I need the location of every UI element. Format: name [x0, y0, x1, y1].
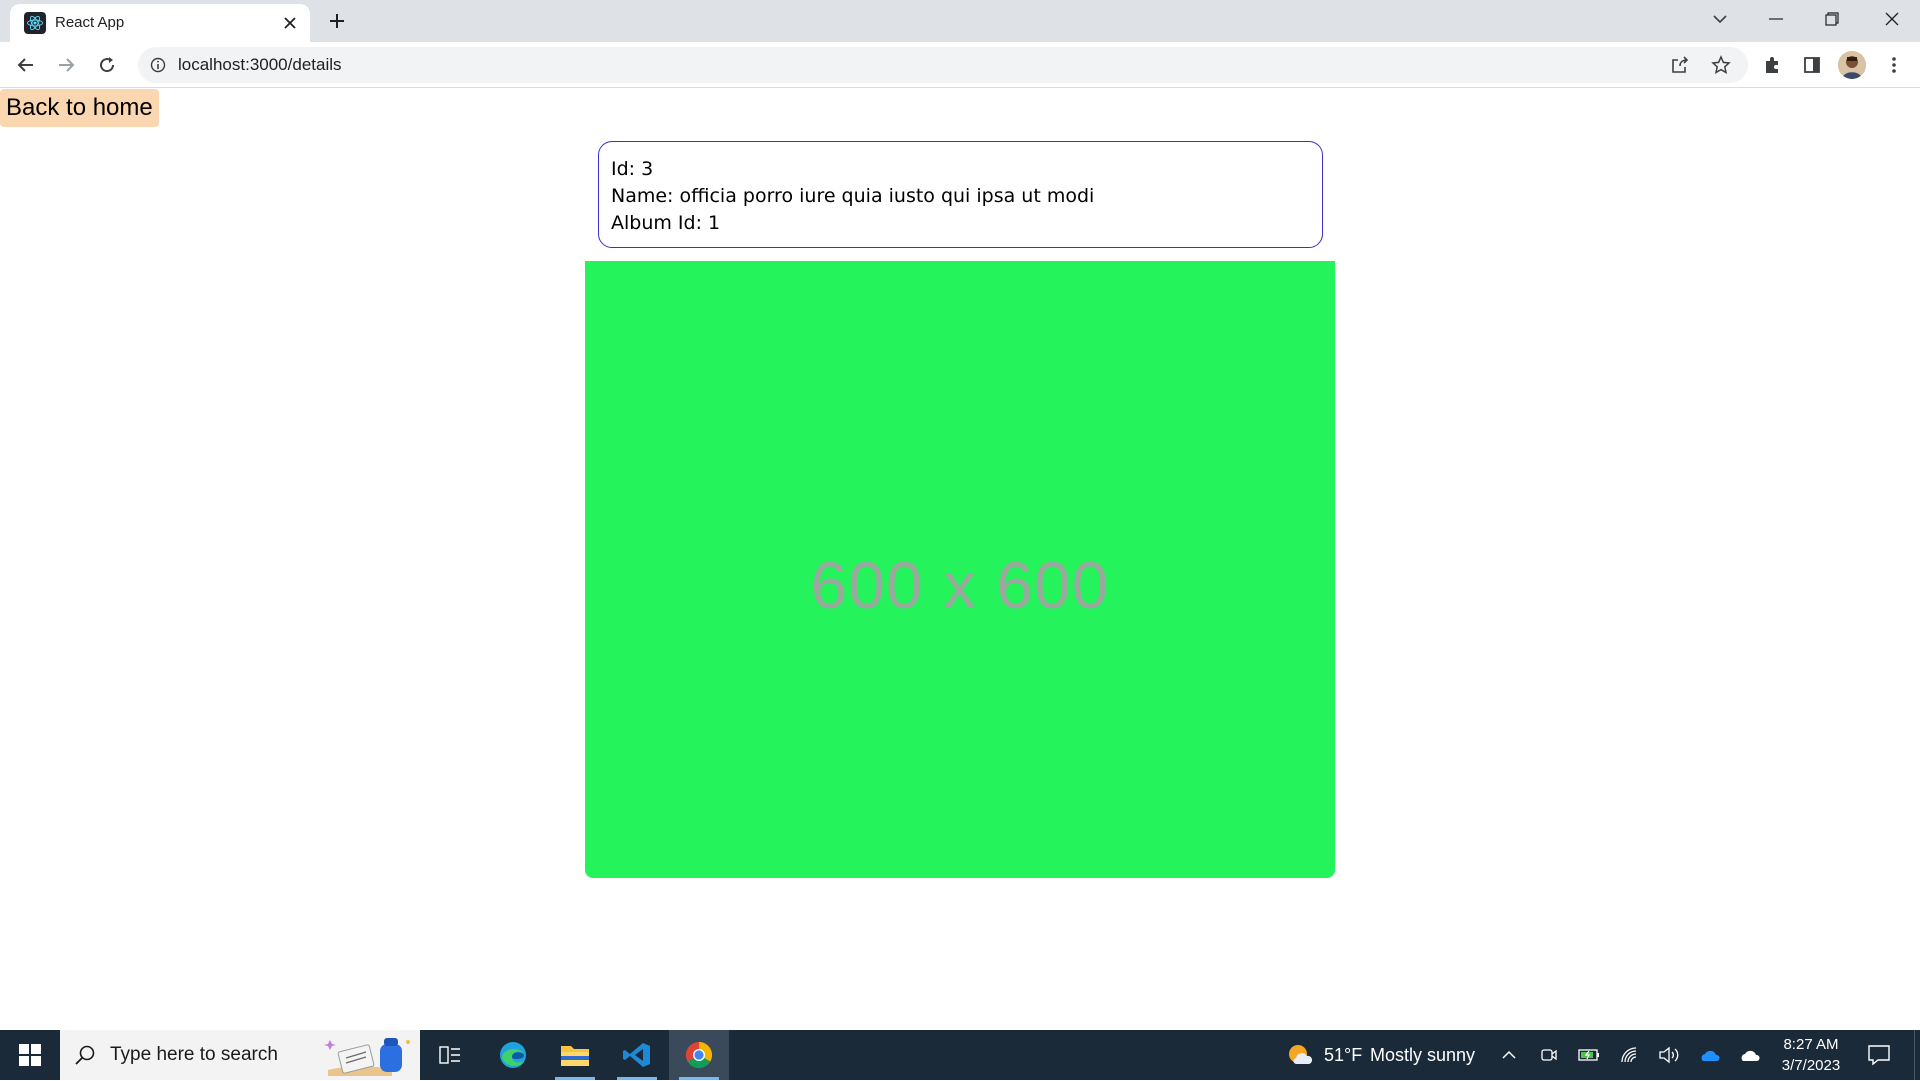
- clock-date: 3/7/2023: [1781, 1057, 1841, 1074]
- taskbar-search-box[interactable]: Type here to search: [60, 1030, 420, 1080]
- windows-taskbar: Type here to search 51°F Mostly sunny 8:…: [0, 1030, 1920, 1080]
- bookmark-star-icon[interactable]: [1709, 53, 1733, 77]
- vscode-icon[interactable]: [607, 1030, 667, 1080]
- onedrive-blue-cloud-icon[interactable]: [1698, 1044, 1720, 1066]
- chrome-taskbar-icon[interactable]: [669, 1030, 729, 1080]
- meet-now-camera-icon[interactable]: [1538, 1044, 1560, 1066]
- browser-menu-icon[interactable]: [1878, 49, 1910, 81]
- new-tab-button[interactable]: [322, 8, 352, 34]
- restore-window-button[interactable]: [1804, 0, 1860, 38]
- browser-tabstrip: React App: [0, 0, 1920, 42]
- photo-placeholder-text: 600 x 600: [810, 547, 1110, 622]
- browser-toolbar: localhost:3000/details: [0, 42, 1920, 88]
- onedrive-white-cloud-icon[interactable]: [1738, 1044, 1760, 1066]
- back-arrow-icon[interactable]: [10, 49, 42, 81]
- notifications-icon[interactable]: [1866, 1042, 1892, 1068]
- show-desktop-button[interactable]: [1914, 1030, 1920, 1080]
- react-logo-icon: [24, 12, 46, 34]
- search-highlight-illustration-icon: [322, 1034, 414, 1076]
- minimize-window-button[interactable]: [1748, 0, 1804, 38]
- photo-name: Name: officia porro iure quia iusto qui …: [611, 185, 1095, 207]
- photo-id: Id: 3: [611, 158, 654, 180]
- file-explorer-icon[interactable]: [545, 1030, 605, 1080]
- side-panel-icon[interactable]: [1796, 49, 1828, 81]
- address-bar[interactable]: localhost:3000/details: [138, 47, 1748, 83]
- forward-arrow-icon[interactable]: [50, 49, 82, 81]
- address-url: localhost:3000/details: [178, 55, 342, 74]
- windows-start-icon[interactable]: [0, 1030, 60, 1080]
- page-content: Back to home Id: 3 Name: officia porro i…: [0, 89, 1920, 1030]
- profile-avatar[interactable]: [1838, 51, 1866, 79]
- weather-condition[interactable]: Mostly sunny: [1370, 1044, 1475, 1066]
- tab-title: React App: [55, 14, 125, 31]
- browser-tab-active[interactable]: React App: [10, 4, 310, 42]
- search-placeholder: Type here to search: [110, 1044, 278, 1065]
- site-info-icon[interactable]: [148, 55, 168, 75]
- weather-sun-cloud-icon[interactable]: [1287, 1042, 1313, 1068]
- show-hidden-icons-chevron-icon[interactable]: [1498, 1044, 1520, 1066]
- photo-image: 600 x 600: [585, 261, 1335, 878]
- wifi-icon[interactable]: [1619, 1044, 1641, 1066]
- clock-time: 8:27 AM: [1783, 1036, 1839, 1053]
- close-window-button[interactable]: [1864, 0, 1920, 38]
- task-view-icon[interactable]: [420, 1030, 480, 1080]
- reload-icon[interactable]: [91, 49, 123, 81]
- volume-speaker-icon[interactable]: [1658, 1044, 1680, 1066]
- photo-details-card: Id: 3 Name: officia porro iure quia iust…: [598, 141, 1323, 248]
- tab-search-chevron-icon[interactable]: [1692, 0, 1748, 38]
- battery-charging-icon[interactable]: [1578, 1044, 1600, 1066]
- extensions-puzzle-icon[interactable]: [1756, 49, 1788, 81]
- taskbar-clock[interactable]: 8:27 AM 3/7/2023: [1768, 1034, 1854, 1076]
- share-icon[interactable]: [1668, 53, 1692, 77]
- edge-browser-icon[interactable]: [483, 1030, 543, 1080]
- weather-temperature[interactable]: 51°F: [1324, 1044, 1362, 1066]
- tab-close-icon[interactable]: [280, 13, 300, 33]
- search-icon: [74, 1044, 96, 1066]
- photo-album-id: Album Id: 1: [611, 212, 721, 234]
- back-to-home-button[interactable]: Back to home: [0, 89, 159, 127]
